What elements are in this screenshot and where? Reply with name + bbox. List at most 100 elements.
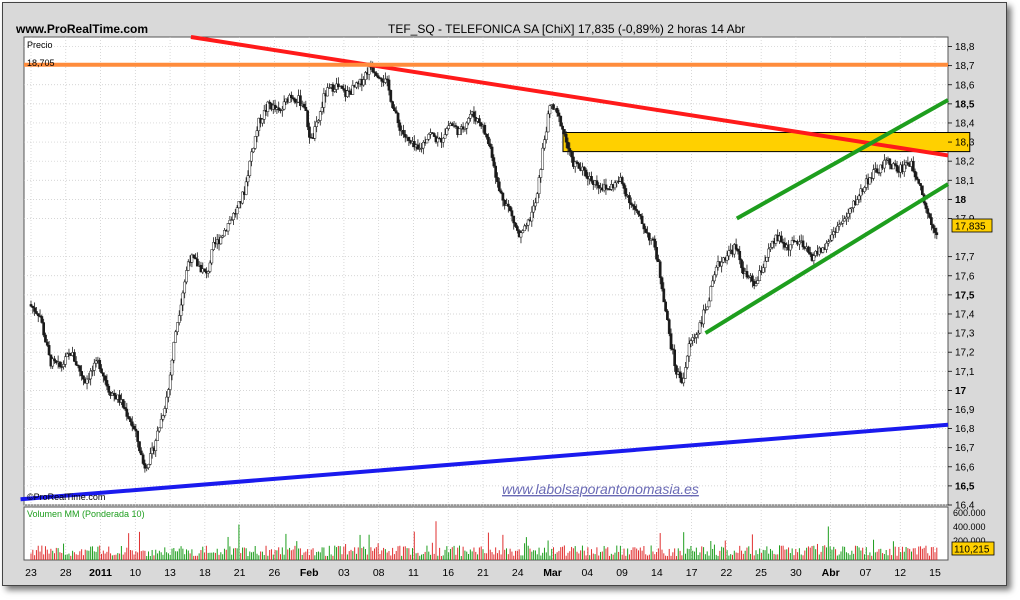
candle-body [42, 322, 46, 336]
y-tick-label: 18,1 [955, 176, 975, 187]
candle-body [129, 418, 132, 423]
candle-body [689, 340, 693, 344]
candle-body [394, 110, 398, 114]
candle-body [564, 133, 568, 143]
candle-body [78, 365, 82, 372]
candle-body [658, 261, 662, 278]
x-tick-label: 11 [408, 567, 419, 579]
candle-body [73, 352, 76, 362]
candle-body [628, 195, 631, 204]
candle-body [183, 281, 187, 294]
candle-body [47, 345, 51, 356]
x-tick-label: Feb [300, 567, 319, 579]
candle-body [101, 372, 105, 377]
candle-body [210, 249, 214, 264]
candle-body [253, 136, 257, 149]
candle-body [98, 359, 102, 369]
candle-body [488, 143, 492, 148]
x-tick-label: 10 [129, 567, 141, 579]
candle-body [154, 440, 158, 451]
candle-body [138, 441, 141, 452]
candle-body [36, 313, 40, 317]
candle-body [935, 232, 939, 236]
candle-body [159, 419, 163, 429]
candle-body [40, 316, 44, 323]
candle-body [148, 453, 152, 465]
x-tick-label: Abr [822, 567, 840, 579]
y-tick-label: 17 [955, 386, 967, 397]
candle-body [841, 220, 845, 224]
candle-body [44, 334, 47, 343]
candle-body [595, 180, 599, 186]
x-tick-label: 12 [894, 567, 906, 579]
candle-body [928, 213, 931, 218]
candle-body [496, 177, 499, 183]
candle-body [277, 107, 281, 111]
candle-body [597, 185, 601, 189]
x-tick-label: 24 [512, 567, 524, 579]
candle-body [577, 163, 581, 169]
candle-body [557, 112, 561, 117]
candle-body [530, 211, 534, 222]
candle-body [913, 170, 917, 178]
candle-body [121, 399, 125, 408]
candle-body [756, 280, 760, 284]
candle-body [293, 98, 297, 103]
x-tick-label: 21 [234, 567, 246, 579]
candle-body [930, 217, 933, 225]
candle-body [136, 430, 140, 442]
x-tick-label: 26 [269, 567, 281, 579]
y-tick-label: 16,5 [955, 481, 975, 492]
candle-body [82, 375, 85, 380]
candle-body [872, 169, 875, 179]
candle-body [391, 101, 394, 108]
y-tick-label: 18,3 [955, 138, 975, 149]
candle-body [837, 224, 841, 227]
volume-axis-label-2: 400.000 [953, 522, 986, 532]
y-tick-label: 17,6 [955, 271, 975, 282]
candle-body [320, 107, 324, 112]
candle-body [720, 261, 724, 267]
candle-body [161, 415, 165, 420]
candle-body [709, 286, 713, 302]
candle-body [642, 223, 646, 230]
candle-body [132, 425, 136, 430]
candle-body [252, 148, 255, 153]
candle-body [640, 215, 644, 224]
candle-body [167, 389, 170, 398]
candle-body [441, 137, 445, 143]
candle-body [458, 128, 461, 135]
candle-body [767, 248, 771, 258]
candle-body [125, 408, 129, 417]
candle-body [374, 72, 378, 76]
candle-body [192, 254, 196, 258]
candle-body [633, 206, 637, 210]
site-link[interactable]: www.labolsaporantonomasia.es [502, 481, 699, 497]
candle-body [931, 224, 935, 229]
candle-body [306, 110, 309, 128]
y-tick-label: 17,7 [955, 252, 975, 263]
candle-body [740, 259, 743, 269]
candle-body [389, 90, 393, 102]
candle-body [443, 134, 447, 139]
candle-body [362, 79, 366, 86]
candle-body [302, 103, 306, 108]
candle-body [508, 206, 512, 211]
candle-body [141, 454, 145, 464]
candle-body [29, 304, 33, 307]
candle-body [637, 210, 640, 215]
y-tick-label: 17,4 [955, 309, 975, 320]
candle-body [483, 124, 487, 135]
candle-body [340, 85, 344, 89]
candle-body [403, 134, 407, 138]
price-label: Precio [27, 40, 53, 50]
candle-body [80, 371, 83, 377]
candle-body [620, 177, 624, 184]
candle-body [398, 122, 402, 131]
candle-body [830, 234, 834, 241]
candle-body [678, 371, 682, 379]
candle-body [544, 131, 548, 140]
candle-body [186, 261, 190, 271]
candle-body [807, 246, 810, 253]
candle-body [208, 262, 212, 272]
